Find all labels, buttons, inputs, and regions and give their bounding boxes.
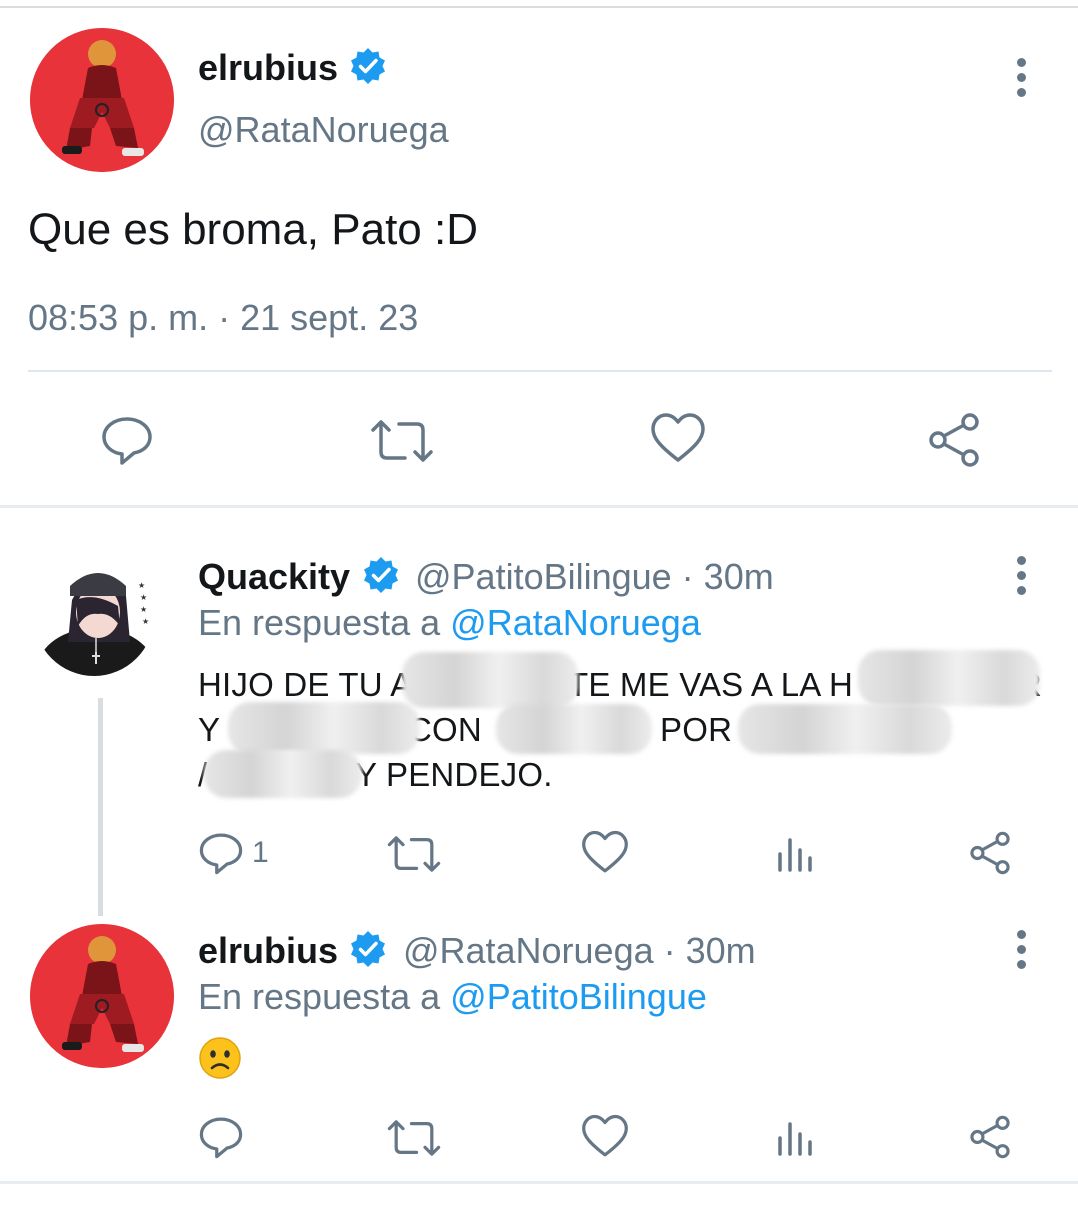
more-options-button[interactable] [1013, 556, 1029, 600]
comment-icon[interactable] [198, 830, 244, 876]
reply-mention-link[interactable]: @PatitoBilingue [450, 976, 707, 1017]
verified-badge-icon [351, 48, 386, 84]
bottom-divider [0, 1181, 1078, 1184]
reply-context: En respuesta a @PatitoBilingue [198, 975, 707, 1019]
top-divider [0, 6, 1078, 8]
censor-blur [738, 704, 952, 754]
svg-text:★: ★ [138, 581, 145, 590]
reply-context: En respuesta a @RataNoruega [198, 601, 701, 645]
svg-text:★: ★ [140, 593, 147, 602]
share-icon[interactable] [968, 830, 1012, 876]
censor-blur [228, 702, 420, 754]
author-name[interactable]: elrubius [198, 47, 338, 88]
avatar[interactable] [30, 924, 174, 1068]
avatar[interactable]: ★ ★ ★ ★ [34, 556, 154, 676]
like-icon[interactable] [581, 1114, 629, 1160]
author-line: elrubius @RataNoruega · 30m [198, 929, 756, 981]
retweet-icon[interactable] [386, 1115, 442, 1161]
verified-badge-icon [351, 931, 386, 967]
text-fragment: POR [660, 711, 733, 748]
tweet-timestamp: 08:53 p. m. · 21 sept. 23 [28, 297, 419, 338]
analytics-icon[interactable] [776, 832, 816, 874]
retweet-icon[interactable] [386, 831, 442, 877]
reply-mention-link[interactable]: @RataNoruega [450, 602, 701, 643]
tweet-text: Que es broma, Pato :D [28, 205, 478, 254]
like-icon[interactable] [581, 830, 629, 876]
thread-line [98, 698, 103, 916]
more-options-button[interactable] [1013, 58, 1029, 102]
reply-prefix: En respuesta a [198, 976, 441, 1017]
comment-icon[interactable] [198, 1114, 244, 1160]
author-line: elrubius [198, 46, 388, 98]
avatar-character-icon [30, 924, 174, 1068]
like-icon[interactable] [650, 412, 706, 466]
author-handle-time[interactable]: @PatitoBilingue · 30m [415, 556, 774, 597]
author-name[interactable]: elrubius [198, 930, 338, 971]
more-options-button[interactable] [1013, 930, 1029, 974]
censor-blur [496, 704, 652, 754]
section-divider [0, 505, 1078, 508]
emoji-frowning [198, 1036, 242, 1080]
author-handle-time[interactable]: @RataNoruega · 30m [403, 930, 756, 971]
text-fragment: Y [198, 711, 221, 748]
verified-badge-icon [363, 557, 398, 593]
svg-text:★: ★ [140, 605, 147, 614]
reply-prefix: En respuesta a [198, 602, 441, 643]
reply-count: 1 [252, 836, 269, 869]
avatar-character-icon [30, 28, 174, 172]
censor-blur [204, 750, 362, 798]
avatar-character-icon: ★ ★ ★ ★ [38, 573, 154, 676]
analytics-icon[interactable] [776, 1116, 816, 1158]
frowning-face-icon [199, 1037, 241, 1079]
retweet-icon[interactable] [369, 414, 435, 468]
author-name[interactable]: Quackity [198, 556, 350, 597]
comment-icon[interactable] [100, 413, 154, 467]
share-icon[interactable] [968, 1114, 1012, 1160]
author-line: Quackity @PatitoBilingue · 30m [198, 555, 774, 607]
author-handle[interactable]: @RataNoruega [198, 108, 449, 152]
text-fragment: Y PENDEJO. [355, 756, 553, 793]
censor-blur [402, 652, 578, 708]
timestamp-divider [28, 370, 1052, 372]
text-fragment: TE ME VAS A LA H [568, 666, 854, 703]
censor-blur [858, 650, 1040, 706]
share-icon[interactable] [926, 412, 982, 468]
svg-text:★: ★ [142, 617, 149, 626]
text-fragment: HIJO DE TU A [198, 666, 413, 703]
avatar[interactable] [30, 28, 174, 172]
